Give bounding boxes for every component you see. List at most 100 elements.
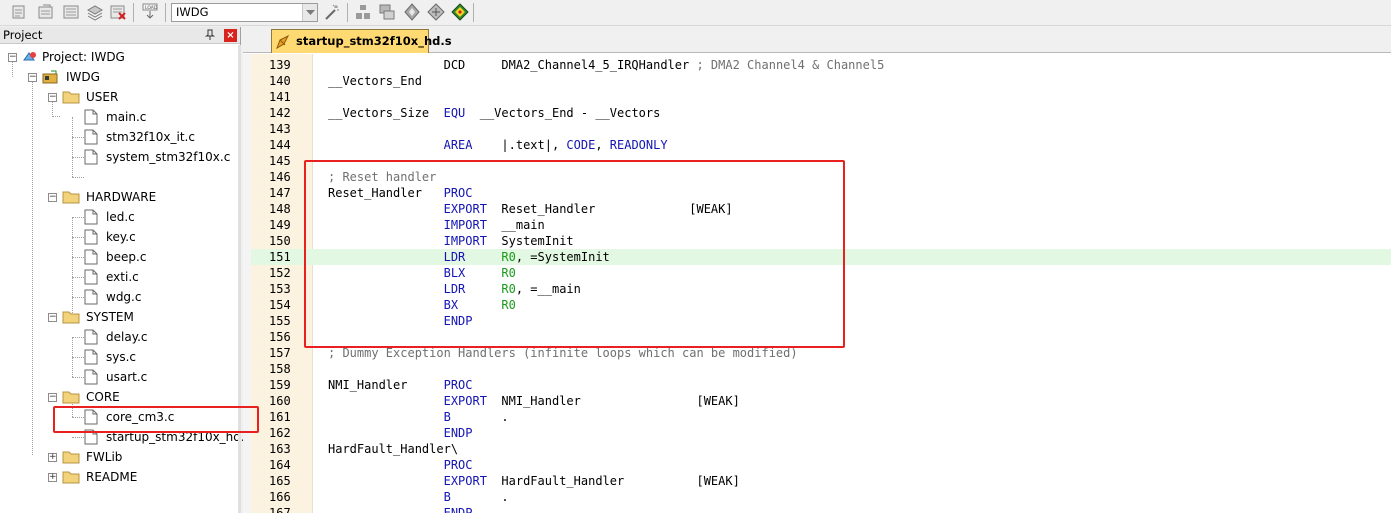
file-icon: [84, 369, 98, 385]
tree-file[interactable]: wdg.c: [84, 287, 234, 307]
line-number: 160: [269, 394, 291, 408]
target-select[interactable]: IWDG: [171, 3, 318, 22]
tree-expand-toggle[interactable]: +: [48, 473, 57, 482]
tree-group-user[interactable]: USER: [62, 87, 232, 107]
code-line[interactable]: 140 __Vectors_End: [251, 73, 1391, 89]
tree-collapse-toggle[interactable]: −: [48, 93, 57, 102]
code-line[interactable]: 165 EXPORT HardFault_Handler [WEAK]: [251, 473, 1391, 489]
code-keyword: EQU: [443, 106, 466, 120]
code-line[interactable]: 160 EXPORT NMI_Handler [WEAK]: [251, 393, 1391, 409]
tree-file-label: exti.c: [106, 270, 139, 284]
editor-tab-label: startup_stm32f10x_hd.s: [296, 34, 452, 48]
tree-expand-toggle[interactable]: +: [48, 453, 57, 462]
code-keyword: B: [443, 410, 451, 424]
tree-file[interactable]: key.c: [84, 227, 234, 247]
editor-tab[interactable]: startup_stm32f10x_hd.s: [271, 29, 452, 53]
tree-group-readme[interactable]: README: [62, 467, 232, 487]
line-number: 148: [269, 202, 291, 216]
tree-file[interactable]: beep.c: [84, 247, 234, 267]
tree-scrollbar[interactable]: [238, 45, 241, 513]
code-line[interactable]: 159 NMI_Handler PROC: [251, 377, 1391, 393]
translate-icon[interactable]: [10, 3, 28, 21]
tree-collapse-toggle[interactable]: −: [48, 313, 57, 322]
tree-group-hardware[interactable]: HARDWARE: [62, 187, 232, 207]
tree-collapse-toggle[interactable]: −: [28, 73, 37, 82]
code-line[interactable]: 158: [251, 361, 1391, 377]
tree-file-label: wdg.c: [106, 290, 142, 304]
tree-file[interactable]: sys.c: [84, 347, 234, 367]
tree-file-label: sys.c: [106, 350, 137, 364]
folder-icon: [62, 311, 80, 324]
code-line[interactable]: 144 AREA |.text|, CODE, READONLY: [251, 137, 1391, 153]
code-line[interactable]: 161 B .: [251, 409, 1391, 425]
folder-icon: [62, 391, 80, 404]
code-text: B .: [328, 409, 509, 425]
code-text: NMI_Handler PROC: [328, 377, 473, 393]
line-number: 146: [269, 170, 291, 184]
close-icon[interactable]: ×: [224, 29, 237, 42]
tree-group-system[interactable]: SYSTEM: [62, 307, 232, 327]
folder-icon: [62, 91, 80, 104]
pack-installer-color-icon[interactable]: [451, 3, 469, 21]
tree-file[interactable]: main.c: [84, 107, 234, 127]
code-line[interactable]: 141: [251, 89, 1391, 105]
code-token: HardFault_Handler\: [328, 442, 459, 456]
build-icon[interactable]: [37, 3, 55, 21]
file-icon: [84, 289, 98, 305]
tree-file[interactable]: stm32f10x_it.c: [84, 127, 234, 147]
tree-group-core[interactable]: CORE: [62, 387, 232, 407]
code-line[interactable]: 162 ENDP: [251, 425, 1391, 441]
tree-file[interactable]: usart.c: [84, 367, 234, 387]
code-token: NMI_Handler [WEAK]: [486, 394, 740, 408]
tree-collapse-toggle[interactable]: −: [48, 393, 57, 402]
code-line[interactable]: 164 PROC: [251, 457, 1391, 473]
file-icon: [84, 349, 98, 365]
multi-project-icon[interactable]: [378, 3, 396, 21]
tree-file[interactable]: led.c: [84, 207, 234, 227]
editor-tab-bar: startup_stm32f10x_hd.s: [243, 27, 1391, 53]
code-line[interactable]: 167 ENDP: [251, 505, 1391, 513]
code-line[interactable]: 166 B .: [251, 489, 1391, 505]
tree-collapse-toggle[interactable]: −: [48, 193, 57, 202]
rebuild-icon[interactable]: [62, 3, 80, 21]
line-number: 144: [269, 138, 291, 152]
download-icon[interactable]: LOAD: [141, 3, 159, 21]
batch-build-icon[interactable]: [86, 3, 104, 21]
line-number: 142: [269, 106, 291, 120]
tree-target[interactable]: IWDG: [42, 67, 222, 87]
tree-file[interactable]: exti.c: [84, 267, 234, 287]
file-tab-icon: [276, 35, 290, 49]
editor-gutter: [243, 54, 251, 513]
tree-file-label: key.c: [106, 230, 136, 244]
file-icon: [84, 109, 98, 125]
tree-file[interactable]: delay.c: [84, 327, 234, 347]
tree-project-root[interactable]: Project: IWDG: [22, 47, 222, 67]
tree-group-fwlib[interactable]: FWLib: [62, 447, 232, 467]
stop-build-icon[interactable]: [109, 3, 127, 21]
code-line[interactable]: 142 __Vectors_Size EQU __Vectors_End - __…: [251, 105, 1391, 121]
code-line[interactable]: 143: [251, 121, 1391, 137]
file-icon: [84, 209, 98, 225]
tree-group-label: SYSTEM: [86, 310, 134, 324]
tree-collapse-toggle[interactable]: −: [8, 53, 17, 62]
pin-icon[interactable]: [204, 29, 216, 41]
code-line[interactable]: 163 HardFault_Handler\: [251, 441, 1391, 457]
pack-installer-icon[interactable]: [427, 3, 445, 21]
code-keyword: CODE: [566, 138, 596, 152]
select-packs-icon[interactable]: [403, 3, 421, 21]
svg-text:LOAD: LOAD: [145, 5, 158, 11]
manage-components-icon[interactable]: [354, 3, 372, 21]
code-line[interactable]: 139 DCD DMA2_Channel4_5_IRQHandler ; DMA…: [251, 57, 1391, 73]
annotation-box-reset-handler: [304, 160, 845, 348]
tree-file[interactable]: system_stm32f10x.c: [84, 147, 234, 167]
code-token: .: [450, 490, 509, 504]
file-icon: [84, 129, 98, 145]
line-number: 164: [269, 458, 291, 472]
line-number: 167: [269, 506, 291, 513]
chevron-down-icon[interactable]: [302, 4, 317, 21]
options-wand-icon[interactable]: [323, 3, 341, 21]
toolbar: LOAD IWDG: [0, 0, 1391, 26]
